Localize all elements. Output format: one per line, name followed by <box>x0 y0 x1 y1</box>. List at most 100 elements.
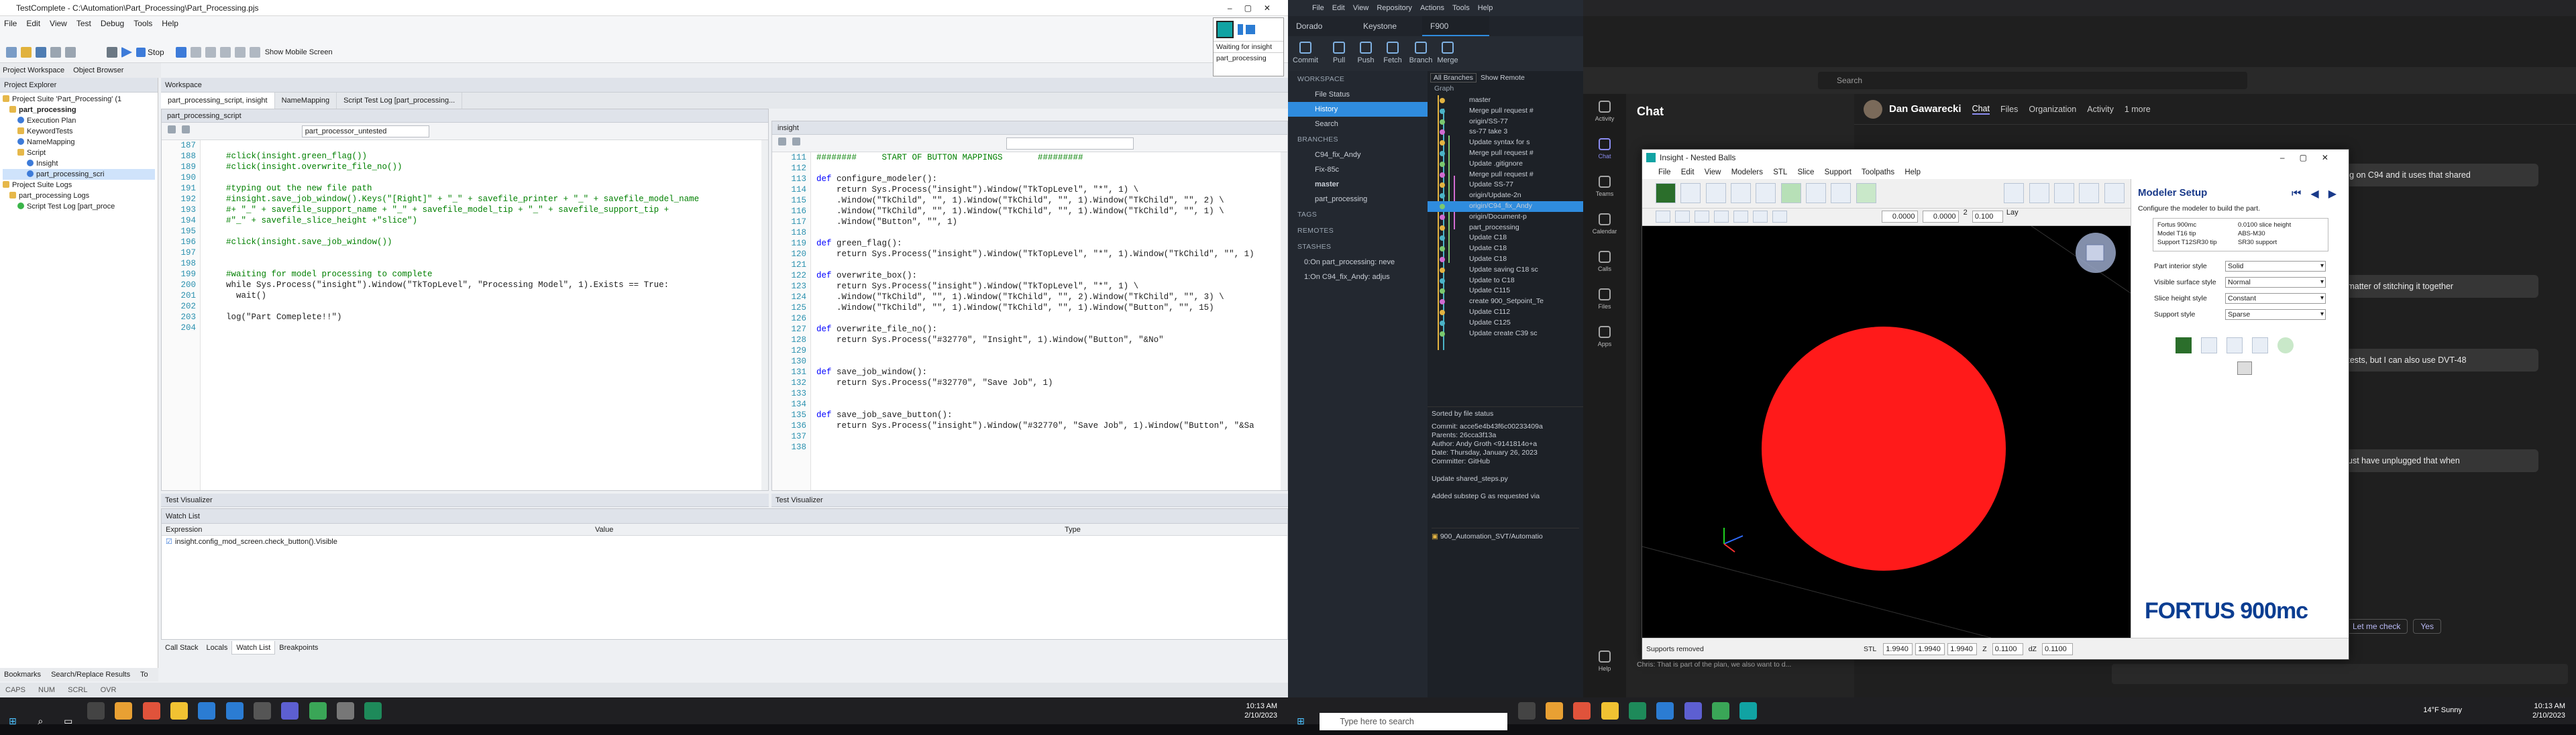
firefox-icon[interactable] <box>1573 702 1591 720</box>
teams-search-input[interactable]: Search <box>1818 72 2247 89</box>
menu-modelers[interactable]: Modelers <box>1731 168 1763 176</box>
code-lines[interactable]: ######## START OF BUTTON MAPPINGS ######… <box>816 152 1287 490</box>
list-icon[interactable] <box>1772 211 1788 223</box>
stop-icon[interactable] <box>136 48 146 57</box>
remotes-header[interactable]: REMOTES <box>1288 223 1428 239</box>
code-line[interactable]: .Window("TkChild", "", 1).Window("TkChil… <box>816 292 1287 302</box>
commit-row[interactable]: origin/Document-p <box>1428 212 1583 223</box>
code-line[interactable] <box>816 345 1287 356</box>
slice-icon[interactable] <box>1680 183 1701 203</box>
excel-icon[interactable] <box>1629 702 1647 720</box>
menu-help[interactable]: Help <box>1904 168 1921 176</box>
app-icon[interactable] <box>337 702 355 720</box>
prev-step-icon[interactable]: ◀ <box>2310 187 2318 201</box>
col-value[interactable]: Value <box>591 524 1061 535</box>
commit-row[interactable]: master <box>1428 95 1583 106</box>
tab-watch-list[interactable]: Watch List <box>231 641 276 655</box>
align-center-icon[interactable] <box>1675 211 1690 223</box>
tree-item[interactable]: Insight <box>3 158 155 169</box>
stop-button[interactable]: Stop <box>148 48 164 57</box>
workspace-header[interactable]: WORKSPACE <box>1288 71 1428 87</box>
routine-select[interactable]: part_processor_untested <box>301 125 429 137</box>
rail-calendar[interactable]: Calendar <box>1583 207 1626 244</box>
app-icon[interactable] <box>254 702 272 720</box>
commit-row[interactable]: create 900_Setpoint_Te <box>1428 296 1583 307</box>
tree-item[interactable]: NameMapping <box>3 137 155 148</box>
code-line[interactable]: #typing out the new file path <box>206 183 768 194</box>
code-line[interactable]: def overwrite_box(): <box>816 270 1287 281</box>
explorer-icon[interactable] <box>170 702 189 720</box>
commit-row[interactable]: Merge pull request # <box>1428 148 1583 159</box>
windows-start-icon[interactable]: ⊞ <box>1292 712 1309 730</box>
rail-help[interactable]: Help <box>1583 644 1626 681</box>
tags-header[interactable]: TAGS <box>1288 207 1428 223</box>
code-line[interactable]: #insight.save_job_window().Keys("[Right]… <box>206 194 768 205</box>
menu-toolpaths[interactable]: Toolpaths <box>1862 168 1894 176</box>
tab-object-browser[interactable]: Object Browser <box>73 66 123 74</box>
visible-surface-select[interactable]: Normal <box>2225 277 2326 288</box>
task-view-icon[interactable]: ▭ <box>60 712 77 730</box>
code-line[interactable]: def configure_modeler(): <box>816 174 1287 184</box>
tree-item[interactable]: Script <box>3 148 155 158</box>
windows-start-icon[interactable]: ⊞ <box>4 712 21 730</box>
branch-filter[interactable]: All Branches <box>1430 73 1477 82</box>
code-line[interactable]: wait() <box>206 290 768 301</box>
chrome-icon[interactable] <box>115 702 133 720</box>
code-line[interactable] <box>816 163 1287 174</box>
rotate-icon[interactable] <box>2104 183 2125 203</box>
code-line[interactable]: def save_job_save_button(): <box>816 410 1287 420</box>
rail-teams[interactable]: Teams <box>1583 169 1626 207</box>
branch-item[interactable]: C94_fix_Andy <box>1288 148 1428 162</box>
red-sphere-model[interactable] <box>1762 327 2006 571</box>
menu-support[interactable]: Support <box>1825 168 1851 176</box>
menu-file[interactable]: File <box>4 16 17 31</box>
commit-row[interactable]: Update .gitignore <box>1428 159 1583 170</box>
tab-more[interactable]: 1 more <box>2125 105 2151 114</box>
code-line[interactable]: #click(insight.overwrite_file_no()) <box>206 162 768 172</box>
dim-z-field[interactable]: 1.9940 <box>1947 642 1978 655</box>
task-view-icon[interactable] <box>1517 702 1536 720</box>
branch-button[interactable]: Branch <box>1407 40 1434 64</box>
code-line[interactable] <box>816 388 1287 399</box>
gk-menu-tools[interactable]: Tools <box>1452 4 1470 12</box>
code-line[interactable]: #click(insight.green_flag()) <box>206 151 768 162</box>
record-icon[interactable] <box>107 47 117 58</box>
show-remote-toggle[interactable]: Show Remote <box>1481 74 1525 82</box>
tree-item[interactable]: part_processing Logs <box>3 190 155 201</box>
checkbox-icon[interactable]: ☑ <box>166 538 172 546</box>
menu-stl[interactable]: STL <box>1773 168 1787 176</box>
commit-row[interactable]: Update saving C18 sc <box>1428 265 1583 276</box>
slice-height-select[interactable]: Constant <box>2225 293 2326 304</box>
tab-files[interactable]: Files <box>2000 105 2018 114</box>
taskbar-search-input[interactable]: Type here to search <box>1320 713 1508 730</box>
pull-button[interactable]: Pull <box>1326 40 1352 64</box>
vscode-icon[interactable] <box>1656 702 1674 720</box>
routine-select[interactable] <box>1006 137 1134 150</box>
angle-field[interactable]: 0.100 <box>1972 211 2003 223</box>
tab-bookmarks[interactable]: Bookmarks <box>4 671 41 679</box>
outdent-icon[interactable] <box>1733 211 1749 223</box>
tab-test-log[interactable]: Script Test Log [part_processing... <box>337 93 463 109</box>
y-field[interactable]: 0.0000 <box>1922 211 1959 223</box>
message-compose-box[interactable] <box>2112 664 2568 684</box>
tab-search-replace[interactable]: Search/Replace Results <box>51 671 130 679</box>
watch-row[interactable]: ☑ insight.config_mod_screen.check_button(… <box>162 536 1287 548</box>
step-into-icon[interactable] <box>205 47 216 58</box>
save-icon[interactable] <box>36 47 46 58</box>
editor-scrollbar[interactable] <box>1281 152 1287 490</box>
insight-app-icon[interactable] <box>1216 21 1234 38</box>
code-line[interactable] <box>816 442 1287 453</box>
sort-label[interactable]: Sorted by file status <box>1432 410 1493 418</box>
redo-icon[interactable] <box>65 47 76 58</box>
menu-tools[interactable]: Tools <box>133 16 152 31</box>
part-interior-select[interactable]: Solid <box>2225 261 2326 272</box>
code-line[interactable]: return Sys.Process("insight").Window("Tk… <box>816 281 1287 292</box>
layers-icon[interactable] <box>1756 183 1776 203</box>
tab-project-workspace[interactable]: Project Workspace <box>3 66 64 74</box>
menu-edit[interactable]: Edit <box>1681 168 1695 176</box>
menu-view[interactable]: View <box>50 16 67 31</box>
pause-icon[interactable] <box>175 47 186 58</box>
code-line[interactable]: while Sys.Process("insight").Window("TkT… <box>206 280 768 290</box>
branches-header[interactable]: BRANCHES <box>1288 131 1428 148</box>
mesh-icon[interactable] <box>2277 337 2294 353</box>
